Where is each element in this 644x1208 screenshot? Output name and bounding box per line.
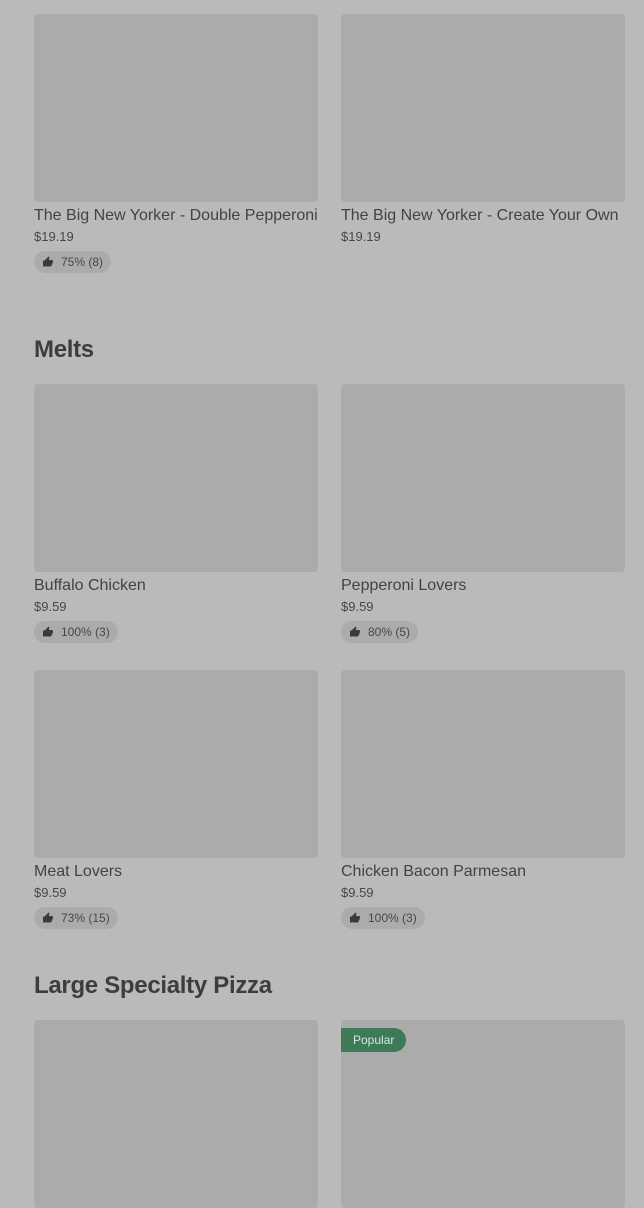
thumbs-up-icon bbox=[43, 626, 53, 637]
item-price: $19.19 bbox=[341, 229, 381, 244]
item-image[interactable] bbox=[341, 670, 625, 858]
item-name: The Big New Yorker - Create Your Own bbox=[341, 207, 619, 224]
popular-badge: Popular bbox=[341, 1028, 407, 1052]
menu-page: The Big New Yorker - Double Pepperoni $1… bbox=[0, 0, 644, 1208]
item-name: Meat Lovers bbox=[34, 863, 123, 880]
thumbs-up-icon bbox=[350, 626, 360, 637]
rating-text: 100% (3) bbox=[368, 911, 417, 925]
item-image[interactable] bbox=[34, 384, 318, 572]
rating-badge: 100% (3) bbox=[341, 907, 425, 929]
item-image[interactable] bbox=[34, 14, 318, 202]
menu-item-card[interactable]: The Big New Yorker - Create Your Own $19… bbox=[341, 14, 625, 246]
menu-item-card[interactable]: The Big New Yorker - Double Pepperoni $1… bbox=[34, 14, 318, 273]
rating-text: 75% (8) bbox=[61, 255, 104, 269]
rating-badge: 73% (15) bbox=[34, 907, 118, 929]
item-price: $9.59 bbox=[34, 885, 67, 900]
thumbs-up-icon bbox=[43, 256, 53, 267]
rating-text: 80% (5) bbox=[368, 625, 411, 639]
item-price: $9.59 bbox=[341, 885, 374, 900]
item-image[interactable] bbox=[34, 1020, 318, 1208]
rating-text: 100% (3) bbox=[61, 625, 110, 639]
item-name: Chicken Bacon Parmesan bbox=[341, 863, 526, 880]
item-name: The Big New Yorker - Double Pepperoni bbox=[34, 207, 318, 224]
item-image[interactable] bbox=[34, 670, 318, 858]
rating-badge: 100% (3) bbox=[34, 621, 118, 643]
thumbs-up-icon bbox=[350, 912, 360, 923]
thumbs-up-icon bbox=[43, 912, 53, 923]
item-image[interactable]: Popular bbox=[341, 1020, 625, 1208]
item-image[interactable] bbox=[341, 14, 625, 202]
rating-badge: 80% (5) bbox=[341, 621, 419, 643]
menu-item-card[interactable]: Buffalo Chicken $9.59 100% (3) bbox=[34, 384, 318, 643]
section-title-melts: Melts bbox=[34, 336, 94, 363]
menu-item-card[interactable]: Meat Lovers $9.59 73% (15) bbox=[34, 670, 318, 929]
item-name: Pepperoni Lovers bbox=[341, 577, 467, 594]
menu-item-card[interactable]: Chicken Bacon Parmesan $9.59 100% (3) bbox=[341, 670, 625, 929]
rating-text: 73% (15) bbox=[61, 911, 110, 925]
menu-item-card[interactable] bbox=[34, 1020, 318, 1208]
menu-item-card[interactable]: Popular bbox=[341, 1020, 625, 1208]
item-name: Buffalo Chicken bbox=[34, 577, 146, 594]
item-price: $9.59 bbox=[34, 599, 67, 614]
item-price: $19.19 bbox=[34, 229, 74, 244]
section-title-large-specialty-pizza: Large Specialty Pizza bbox=[34, 972, 272, 999]
item-price: $9.59 bbox=[341, 599, 374, 614]
item-image[interactable] bbox=[341, 384, 625, 572]
rating-badge: 75% (8) bbox=[34, 251, 112, 273]
menu-item-card[interactable]: Pepperoni Lovers $9.59 80% (5) bbox=[341, 384, 625, 643]
